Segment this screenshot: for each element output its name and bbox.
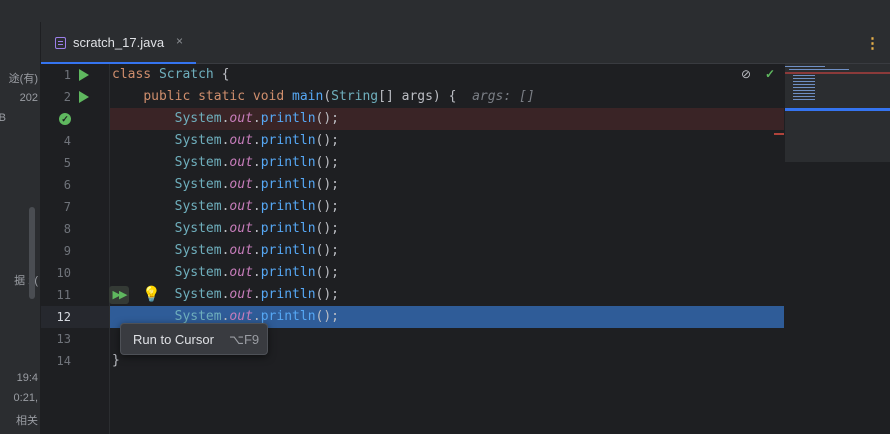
code-line[interactable]: 2 public static void main(String[] args)…: [41, 86, 890, 108]
minimap-line: [793, 99, 815, 100]
minimap-line: [793, 75, 815, 76]
code-minimap[interactable]: [785, 64, 890, 162]
close-icon[interactable]: ×: [176, 34, 183, 48]
brace: {: [221, 67, 230, 82]
checkmark-icon[interactable]: ✓: [765, 67, 775, 81]
code-text: public static void main(String[] args) {…: [112, 89, 535, 104]
code-line[interactable]: 10 System.out.println();: [41, 262, 890, 284]
code-text: System.out.println();: [174, 221, 340, 236]
code-text: System.out.println();: [174, 265, 340, 280]
left-panel-text: B: [0, 112, 6, 124]
line-number: 5: [63, 156, 71, 170]
minimap-selection: [785, 108, 890, 111]
code-line[interactable]: 4 System.out.println();: [41, 130, 890, 152]
left-panel-text: 相关: [16, 415, 38, 427]
code-text: System.out.println();: [174, 243, 340, 258]
params: [] args): [378, 89, 441, 104]
code-editor[interactable]: 1 class Scratch { ⊘ ✓ 2 public static vo…: [41, 64, 890, 434]
type-name: String: [331, 89, 379, 104]
brace: }: [112, 353, 120, 368]
minimap-line: [793, 87, 815, 88]
left-panel-text: 19:4: [16, 372, 38, 384]
java-file-icon: [55, 37, 66, 49]
inlay-hint: args: []: [472, 89, 535, 104]
code-text: System.out.println();: [174, 111, 340, 126]
class-name: Scratch: [158, 67, 214, 82]
left-panel-text: 途(有): [8, 73, 38, 85]
code-line[interactable]: 7 System.out.println();: [41, 196, 890, 218]
breakpoint-check-icon[interactable]: ✓: [59, 113, 71, 125]
left-panel-scrollbar[interactable]: [29, 207, 35, 299]
line-number: 6: [63, 178, 71, 192]
more-actions-icon[interactable]: ⋮: [865, 34, 880, 52]
code-text: System.out.println();: [174, 287, 340, 302]
keyword: class: [112, 67, 152, 82]
minimap-line: [793, 84, 815, 85]
tooltip-shortcut: ⌥F9: [229, 332, 260, 347]
code-line[interactable]: ✓ System.out.println();: [41, 108, 890, 130]
left-side-panel: 途(有) 202 B 据 2( 19:4 0:21, 相关: [0, 22, 41, 434]
minimap-line: [793, 96, 815, 97]
code-text: System.out.println();: [174, 177, 340, 192]
run-gutter-icon[interactable]: [79, 91, 89, 103]
tab-scratch-17[interactable]: scratch_17.java ×: [41, 22, 196, 64]
line-number: 14: [56, 354, 71, 368]
minimap-line: [793, 78, 815, 79]
line-number: 8: [63, 222, 71, 236]
line-number: 9: [63, 244, 71, 258]
left-panel-text: 202: [19, 92, 38, 104]
left-panel-text: 0:21,: [13, 392, 38, 404]
line-number: 13: [56, 332, 71, 346]
code-text: System.out.println();: [174, 199, 340, 214]
method-name: main: [292, 89, 324, 104]
code-text: }: [112, 353, 120, 368]
code-text: System.out.println();: [174, 155, 340, 170]
code-text: System.out.println();: [174, 309, 340, 324]
line-number: 7: [63, 200, 71, 214]
run-to-cursor-tooltip: Run to Cursor ⌥F9: [120, 323, 268, 355]
error-stripe-marker[interactable]: [774, 133, 784, 135]
code-line[interactable]: 1 class Scratch { ⊘ ✓: [41, 64, 890, 86]
line-number: 10: [56, 266, 71, 280]
window-top-bar: [0, 0, 890, 23]
tab-label: scratch_17.java: [73, 35, 165, 50]
code-text: System.out.println();: [174, 133, 340, 148]
minimap-line: [793, 81, 815, 82]
code-line[interactable]: 11 ▶▶ 💡 System.out.println();: [41, 284, 890, 306]
minimap-line: [785, 66, 825, 67]
line-number: 1: [63, 68, 71, 82]
line-number: 4: [63, 134, 71, 148]
line-number: 2: [63, 90, 71, 104]
brace: {: [448, 89, 457, 104]
line-number: 12: [56, 310, 71, 324]
tooltip-label: Run to Cursor: [133, 332, 214, 347]
minimap-line: [789, 69, 849, 70]
minimap-line: [793, 90, 815, 91]
code-line[interactable]: 6 System.out.println();: [41, 174, 890, 196]
line-number: 11: [56, 288, 71, 302]
code-line[interactable]: 9 System.out.println();: [41, 240, 890, 262]
code-text: class Scratch {: [112, 67, 229, 82]
minimap-breakpoint-line: [785, 72, 890, 74]
minimap-line: [793, 93, 815, 94]
code-line[interactable]: 8 System.out.println();: [41, 218, 890, 240]
code-line[interactable]: 5 System.out.println();: [41, 152, 890, 174]
run-gutter-icon[interactable]: [79, 69, 89, 81]
keyword: public static void: [143, 89, 285, 104]
paren: (: [323, 89, 332, 104]
eye-slash-icon[interactable]: ⊘: [741, 67, 751, 81]
editor-tab-bar: scratch_17.java × ⋮: [41, 22, 890, 64]
